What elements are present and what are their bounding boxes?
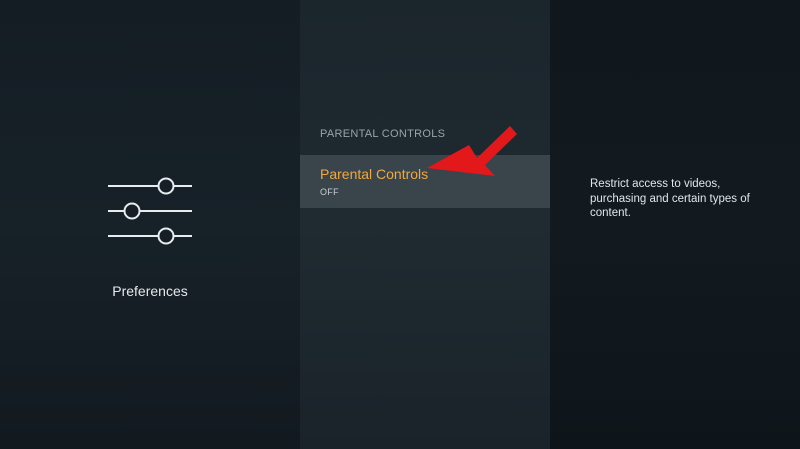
menu-item-value: OFF [320,187,339,197]
arrow-icon [427,126,517,176]
description-text: Restrict access to videos, purchasing an… [590,178,750,219]
category-pane: Preferences [0,0,300,449]
sliders-icon [108,177,192,245]
menu-pane [300,0,550,449]
category-label: Preferences [112,283,188,299]
menu-item-label: Parental Controls [320,166,429,182]
description-pane [550,0,800,449]
settings-screen: Preferences PARENTAL CONTROLS Parental C… [0,0,800,449]
